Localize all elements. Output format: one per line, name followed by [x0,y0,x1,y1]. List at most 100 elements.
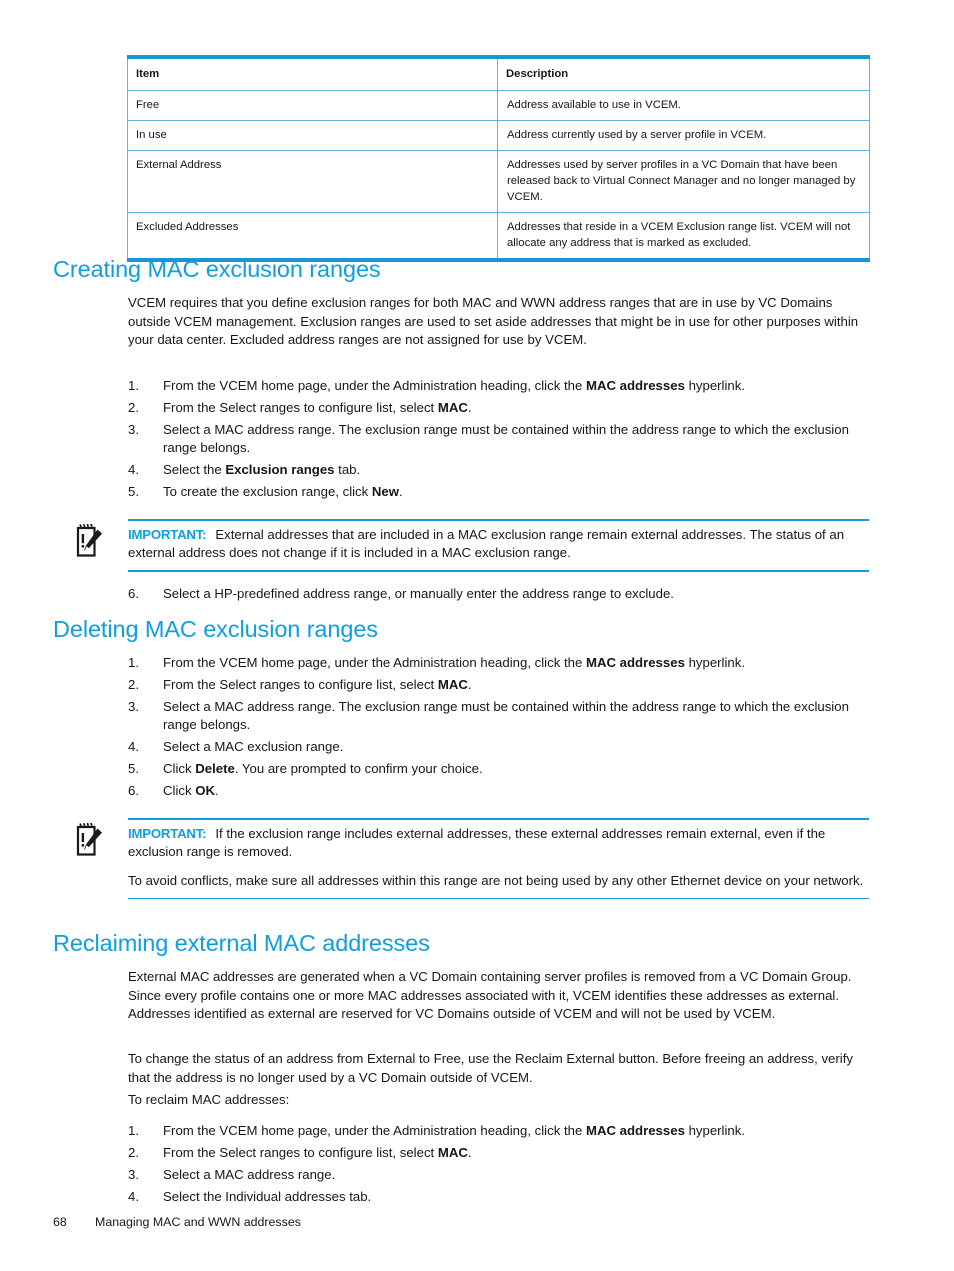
step-text-bold: MAC addresses [585,378,685,393]
table-header-row: Item Description [127,56,870,92]
important-note-deleting: IMPORTANT: If the exclusion range include… [70,818,869,900]
list-number: 1. [128,378,139,393]
step-text-post: hyperlink. [684,655,746,670]
step-text-pre: To create the exclusion range, click [163,484,372,500]
important-label: IMPORTANT: [128,825,207,841]
list-number: 3. [128,698,139,714]
list-item: 6. Select a HP-predefined address range, … [128,585,870,604]
step-text-pre: Click [163,782,196,798]
list-item: 3. Select a MAC address range. The exclus… [128,421,870,458]
step-text-post: hyperlink. [684,378,746,393]
step-text-post: tab. [334,462,361,478]
table-header-description: Description [497,56,870,92]
note-paragraph: IMPORTANT: If the exclusion range include… [128,825,869,862]
important-note-creating: IMPORTANT: External addresses that are in… [70,519,869,572]
list-number: 1. [128,655,139,670]
list-item: 6. Click OK. [128,782,870,801]
list-number: 3. [128,1166,139,1182]
step-text-bold: OK [195,782,216,798]
heading-deleting-mac-exclusion-ranges: Deleting MAC exclusion ranges [53,616,378,642]
step-text-pre: From the VCEM home page, under the Admin… [163,378,586,393]
table-cell-item: Excluded Addresses [127,212,498,261]
list-item: 4. Select the Exclusion ranges tab. [128,461,870,480]
list-item: 5. To create the exclusion range, click N… [128,483,870,502]
important-notepad-icon [72,523,106,560]
footer-chapter-title: Managing MAC and WWN addresses [95,1215,301,1229]
reclaiming-paragraph-2: To change the status of an address from … [128,1051,853,1085]
deleting-steps-list: 1. From the VCEM home page, under the Adm… [128,654,870,804]
list-number: 4. [128,739,139,755]
step-text-bold: Delete [195,761,235,777]
step-text-pre: Select a MAC address range. The exclusio… [163,698,849,733]
list-number: 2. [128,1144,139,1160]
list-number: 3. [128,421,139,437]
step-text-pre: From the Select ranges to configure list… [163,1144,438,1160]
list-item: 1. From the VCEM home page, under the Adm… [128,654,870,673]
step-text-bold: MAC [437,1144,468,1160]
table-cell-description: Addresses used by server profiles in a V… [497,150,870,214]
step-text-pre: From the Select ranges to configure list… [163,399,438,415]
list-number: 5. [128,761,139,777]
table-cell-description: Address available to use in VCEM. [497,90,870,122]
step-text-pre: Select a MAC address range. The exclusio… [163,421,849,456]
list-number: 2. [128,676,139,692]
list-number: 1. [128,1123,139,1138]
important-notepad-icon [72,822,106,859]
step-text-pre: From the VCEM home page, under the Admin… [163,1123,586,1138]
reclaiming-paragraph-3: To reclaim MAC addresses: [128,1092,290,1107]
table-row: External Address Addresses used by serve… [127,150,870,214]
step-text-post: . [467,399,472,415]
list-item: 1. From the VCEM home page, under the Adm… [128,377,870,396]
note-rule-bottom [128,897,869,900]
creating-steps-list-continued: 6. Select a HP-predefined address range, … [128,585,870,607]
table-cell-item: In use [127,120,498,152]
step-text-pre: Select a HP-predefined address range, or… [163,586,674,601]
note-paragraph-secondary: To avoid conflicts, make sure all addres… [128,872,864,888]
step-text-pre: Select a MAC address range. [163,1166,336,1182]
heading-creating-mac-exclusion-ranges: Creating MAC exclusion ranges [53,256,381,282]
reclaiming-steps-list: 1. From the VCEM home page, under the Adm… [128,1122,870,1209]
reclaiming-paragraph-1: External MAC addresses are generated whe… [128,969,852,1022]
list-number: 6. [128,586,139,601]
step-text-pre: Select the Individual addresses tab. [163,1188,372,1204]
step-text-pre: Select a MAC exclusion range. [163,739,344,755]
list-number: 5. [128,484,139,500]
step-text-post: . [215,782,219,798]
step-text-post: . [399,484,403,500]
step-text-post: hyperlink. [684,1123,746,1138]
status-definitions-table: Item Description Free Address available … [127,55,870,263]
list-number: 2. [128,399,139,415]
step-text-bold: MAC addresses [585,1123,685,1138]
step-text-post: . [467,676,472,692]
table-row: Excluded Addresses Addresses that reside… [127,212,870,261]
table-cell-description: Addresses that reside in a VCEM Exclusio… [497,212,870,261]
step-text-pre: From the Select ranges to configure list… [163,676,438,692]
step-text-pre: From the VCEM home page, under the Admin… [163,655,586,670]
footer-page-number: 68 [53,1215,67,1229]
note-body-text: External addresses that are included in … [128,526,845,561]
document-page: Item Description Free Address available … [0,0,954,1271]
page-footer: 68 Managing MAC and WWN addresses [53,1215,301,1229]
step-text-post: . [467,1144,472,1160]
step-text-pre: Select the [163,462,226,478]
step-text-bold: MAC addresses [585,655,685,670]
list-item: 1. From the VCEM home page, under the Adm… [128,1122,870,1141]
table-row: Free Address available to use in VCEM. [127,90,870,122]
table-cell-item: External Address [127,150,498,214]
list-item: 2. From the Select ranges to configure li… [128,399,870,418]
list-item: 2. From the Select ranges to configure li… [128,1144,870,1163]
note-rule-bottom [128,569,869,572]
list-number: 6. [128,782,139,798]
step-text-post: . You are prompted to confirm your choic… [234,761,483,777]
table-header-item: Item [127,56,498,92]
list-item: 5. Click Delete. You are prompted to conf… [128,760,870,779]
note-paragraph: IMPORTANT: External addresses that are in… [128,526,869,563]
list-number: 4. [128,462,139,478]
step-text-bold: MAC [437,676,468,692]
creating-steps-list: 1. From the VCEM home page, under the Adm… [128,377,870,505]
table-row: In use Address currently used by a serve… [127,120,870,152]
list-item: 4. Select a MAC exclusion range. [128,738,870,757]
list-item: 4. Select the Individual addresses tab. [128,1188,870,1207]
step-text-bold: MAC [437,399,468,415]
step-text-bold: New [371,484,400,500]
